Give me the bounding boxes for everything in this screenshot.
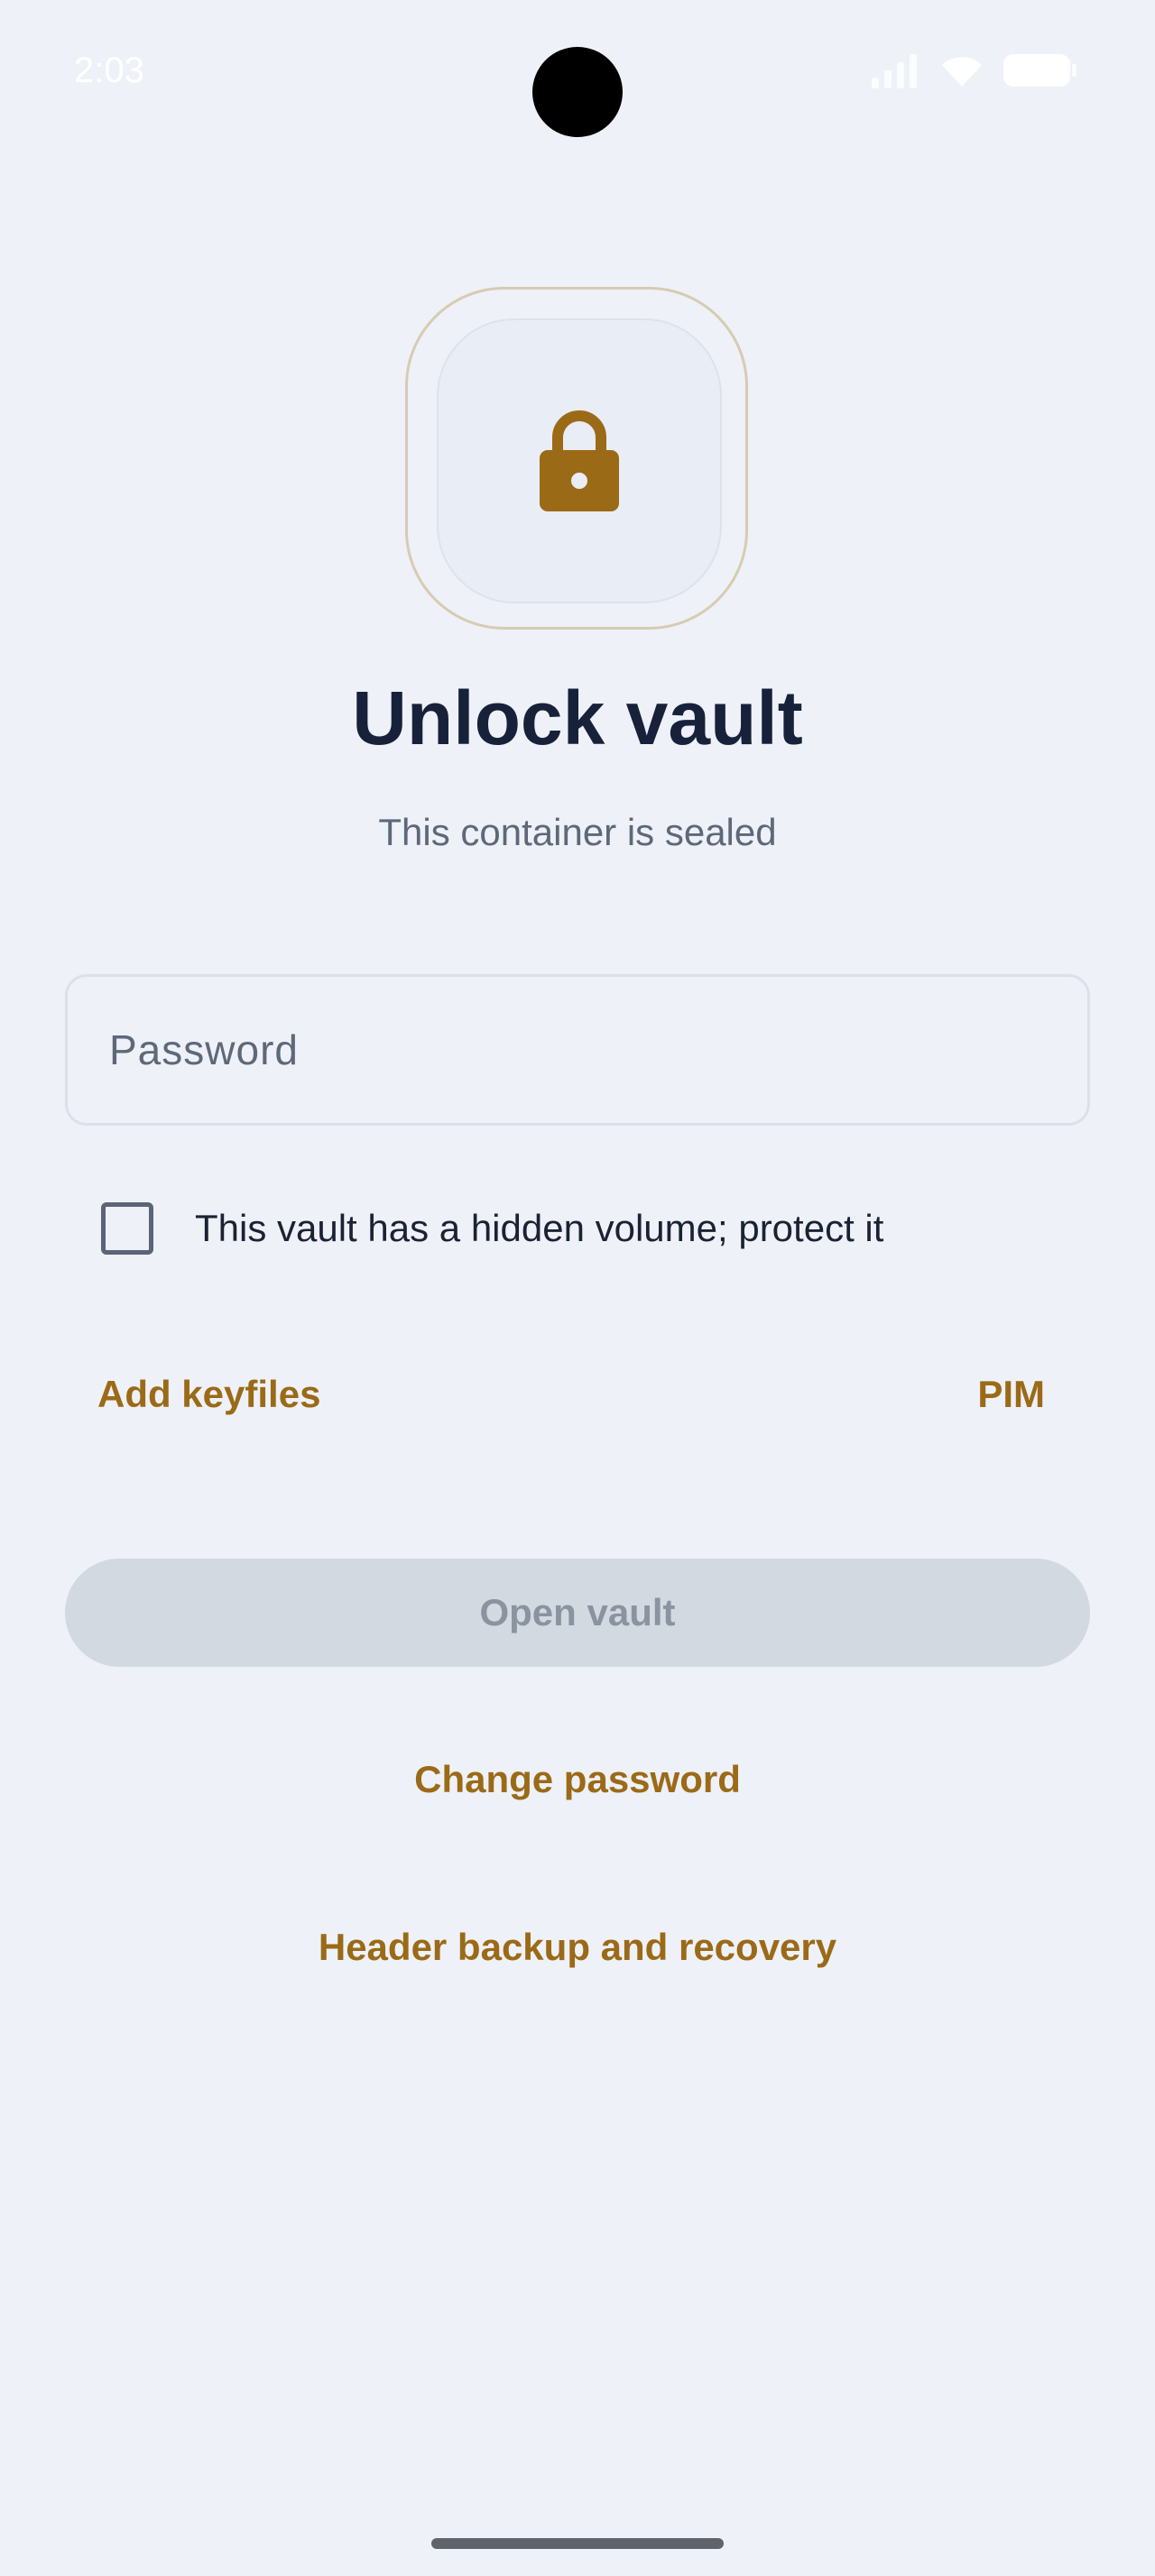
unlock-vault-screen: 2:03 Unlock vault This container is seal…: [0, 0, 1155, 2576]
lock-icon: [538, 405, 621, 518]
hidden-volume-label: This vault has a hidden volume; protect …: [195, 1207, 884, 1249]
status-icons: [870, 49, 1077, 92]
battery-icon: [1003, 52, 1077, 88]
status-time: 2:03: [74, 51, 144, 90]
hidden-volume-checkbox[interactable]: [101, 1202, 153, 1255]
change-password-button[interactable]: Change password: [0, 1753, 1155, 1807]
home-indicator[interactable]: [431, 2538, 724, 2549]
hidden-volume-option[interactable]: This vault has a hidden volume; protect …: [101, 1200, 883, 1257]
signal-icon: [870, 52, 920, 88]
front-camera-cutout: [532, 47, 623, 137]
header-backup-button[interactable]: Header backup and recovery: [0, 1920, 1155, 1974]
wifi-icon: [940, 52, 984, 88]
password-input[interactable]: [65, 974, 1090, 1126]
add-keyfiles-button[interactable]: Add keyfiles: [97, 1367, 320, 1421]
open-vault-button[interactable]: Open vault: [65, 1559, 1090, 1667]
lock-badge: [405, 287, 748, 630]
page-subtitle: This container is sealed: [378, 811, 777, 853]
page-title: Unlock vault: [352, 676, 803, 760]
pim-button[interactable]: PIM: [977, 1367, 1045, 1421]
lock-badge-inner: [437, 318, 722, 603]
